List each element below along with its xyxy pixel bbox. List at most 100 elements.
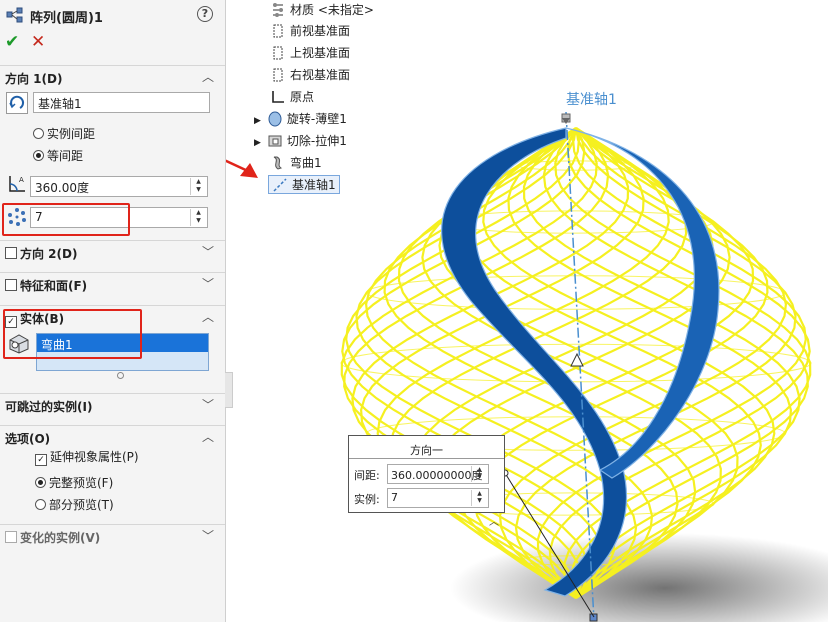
plane-icon (273, 46, 283, 60)
axis-icon (273, 178, 287, 192)
origin-icon (272, 91, 284, 103)
chevron-up-icon[interactable]: ︿ (202, 68, 214, 85)
chevron-down-icon[interactable]: ﹀ (202, 527, 214, 544)
wireframe-ring (437, 210, 715, 234)
varied-title: 变化的实例(V) (20, 531, 101, 545)
chevron-down-icon[interactable]: ﹀ (202, 275, 214, 292)
collapse-callout-icon[interactable]: ︿ (489, 513, 499, 528)
plane-icon (273, 68, 283, 82)
tree-item-cut-extrude[interactable]: ▶ 切除-拉伸1 (254, 132, 347, 149)
features-faces-title: 特征和面(F) (20, 279, 88, 293)
equal-spacing-label: 等间距 (47, 149, 84, 163)
partial-preview-label: 部分预览(T) (49, 498, 114, 512)
expand-arrow-icon[interactable]: ▶ (254, 138, 261, 148)
axis-label: 基准轴1 (566, 92, 617, 108)
annotation-highlight-box (3, 309, 142, 359)
radio-circle[interactable] (35, 499, 46, 510)
tree-label: 材质 <未指定> (290, 3, 374, 17)
tree-item-material[interactable]: 材质 <未指定> (270, 1, 374, 18)
full-preview-radio[interactable]: 完整预览(F) (35, 474, 113, 491)
axis-endpoint-marker (589, 613, 598, 622)
checkbox-checked[interactable]: ✓ (35, 454, 47, 466)
spacing-spinner[interactable]: ▲ ▼ (471, 466, 487, 482)
varied-header[interactable]: 变化的实例(V) ﹀ (0, 524, 225, 547)
tree-label: 弯曲1 (290, 156, 322, 170)
graphics-viewport[interactable] (226, 0, 828, 622)
material-icon (273, 3, 283, 17)
tree-item-origin[interactable]: 原点 (270, 88, 314, 105)
tree-label: 上视基准面 (290, 46, 351, 60)
tree-item-front-plane[interactable]: 前视基准面 (270, 22, 350, 39)
angle-spinner[interactable]: ▲ ▼ (190, 178, 206, 195)
tree-label: 旋转-薄壁1 (286, 112, 347, 126)
plane-icon (273, 24, 283, 38)
tree-label: 基准轴1 (292, 178, 336, 192)
radio-circle[interactable] (33, 128, 44, 139)
radio-circle-checked[interactable] (35, 477, 46, 488)
flex-icon (273, 156, 283, 170)
instance-spacing-radio[interactable]: 实例间距 (33, 125, 95, 142)
propagate-label: 延伸视象属性(P) (50, 450, 139, 464)
angle-icon: A (9, 176, 25, 192)
callout-title: 方向一 (410, 444, 443, 457)
expand-arrow-icon[interactable]: ▶ (254, 116, 261, 126)
cut-extrude-icon (268, 135, 282, 147)
ok-button[interactable]: ✔ (5, 32, 19, 52)
options-header[interactable]: 选项(O) ︿ (0, 425, 225, 448)
direction1-header[interactable]: 方向 1(D) ︿ (0, 65, 225, 88)
chevron-down-icon[interactable]: ﹀ (202, 396, 214, 413)
annotation-highlight-box (2, 203, 130, 236)
partial-preview-radio[interactable]: 部分预览(T) (35, 496, 114, 513)
svg-text:A: A (19, 176, 24, 184)
instance-spacing-label: 实例间距 (47, 127, 96, 141)
skippable-title: 可跳过的实例(I) (5, 400, 93, 414)
count-spinner[interactable]: ▲ ▼ (190, 209, 206, 226)
instances-value: 7 (391, 491, 398, 504)
features-faces-header[interactable]: 特征和面(F) ﹀ (0, 272, 225, 295)
radio-circle-checked[interactable] (33, 150, 44, 161)
features-faces-checkbox[interactable] (5, 279, 17, 291)
angle-field[interactable]: 360.00度 ▲ ▼ (30, 176, 208, 197)
direction1-title: 方向 1(D) (5, 72, 63, 86)
tree-item-flex[interactable]: 弯曲1 (270, 154, 322, 171)
tree-item-top-plane[interactable]: 上视基准面 (270, 44, 350, 61)
spacing-field[interactable]: 360.00000000度 ▲ ▼ (387, 464, 489, 484)
reverse-direction-icon[interactable] (6, 92, 28, 114)
pm-title: 阵列(圆周)1 (30, 11, 103, 26)
equal-spacing-radio[interactable]: 等间距 (33, 147, 83, 164)
direction2-title: 方向 2(D) (20, 247, 78, 261)
tree-label: 右视基准面 (290, 68, 351, 82)
tree-item-revolve-thin[interactable]: ▶ 旋转-薄壁1 (254, 110, 347, 127)
direction2-checkbox[interactable] (5, 247, 17, 259)
direction2-header[interactable]: 方向 2(D) ﹀ (0, 240, 225, 263)
resize-handle[interactable] (117, 372, 124, 379)
skippable-header[interactable]: 可跳过的实例(I) ﹀ (0, 393, 225, 416)
chevron-up-icon[interactable]: ︿ (202, 308, 214, 325)
tree-item-right-plane[interactable]: 右视基准面 (270, 66, 350, 83)
revolve-icon (268, 111, 282, 127)
spacing-label: 间距: (354, 469, 380, 482)
pm-header: 阵列(圆周)1 ? (0, 0, 225, 30)
property-manager: 阵列(圆周)1 ? ✔ ✕ 方向 1(D) ︿ 基准轴1 实例间距 等间距 A … (0, 0, 226, 622)
chevron-down-icon[interactable]: ﹀ (202, 243, 214, 260)
help-icon[interactable]: ? (197, 6, 213, 22)
pattern-axis-field[interactable]: 基准轴1 (33, 92, 210, 113)
instances-label: 实例: (354, 493, 380, 506)
instances-spinner[interactable]: ▲ ▼ (471, 490, 487, 506)
tree-label: 切除-拉伸1 (286, 134, 347, 148)
cancel-button[interactable]: ✕ (31, 32, 45, 52)
options-title: 选项(O) (5, 432, 51, 446)
pattern-axis-value: 基准轴1 (38, 97, 82, 111)
instances-field[interactable]: 7 ▲ ▼ (387, 488, 489, 508)
chevron-up-icon[interactable]: ︿ (202, 428, 214, 445)
full-preview-label: 完整预览(F) (49, 476, 114, 490)
tree-label: 原点 (290, 90, 315, 104)
propagate-visual-checkbox[interactable]: ✓ 延伸视象属性(P) (35, 448, 139, 466)
tree-label: 前视基准面 (290, 24, 351, 38)
pattern-callout: 方向一 间距: 360.00000000度 ▲ ▼ 实例: 7 ▲ ▼ ︿ (348, 435, 505, 528)
tree-item-axis[interactable]: 基准轴1 (268, 175, 340, 194)
circular-pattern-icon (6, 7, 23, 23)
varied-checkbox[interactable] (5, 531, 17, 543)
spacing-value: 360.00000000度 (391, 469, 483, 482)
angle-value: 360.00度 (35, 181, 89, 195)
